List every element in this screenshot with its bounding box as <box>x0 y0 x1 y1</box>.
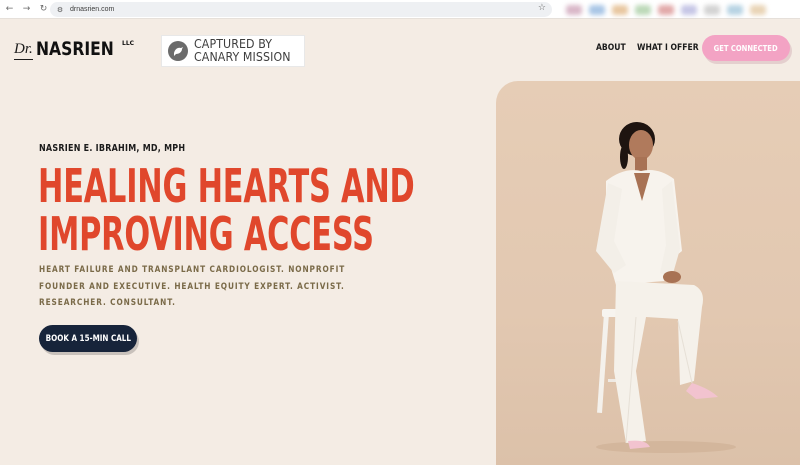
logo-prefix: Dr. <box>14 41 33 60</box>
logo-suffix: LLC <box>122 40 135 47</box>
browser-toolbar: ← → ↻ ⚙ drnasrien.com ☆ <box>0 0 800 19</box>
arrow-right-icon[interactable]: → <box>20 3 33 16</box>
arrow-left-icon[interactable]: ← <box>3 3 16 16</box>
badge-line-2: CANARY MISSION <box>194 50 291 64</box>
book-call-button[interactable]: BOOK A 15-MIN CALL <box>39 325 137 352</box>
headline-line-2: IMPROVING ACCESS <box>38 207 374 261</box>
badge-text: CAPTURED BY CANARY MISSION <box>194 38 299 64</box>
hero-headline: HEALING HEARTS AND IMPROVING ACCESS <box>38 162 415 258</box>
portrait-photo <box>496 81 800 465</box>
site-settings-icon[interactable]: ⚙ <box>54 4 66 16</box>
headline-line-1: HEALING HEARTS AND <box>38 159 415 213</box>
tagline-line-1: HEART FAILURE AND TRANSPLANT CARDIOLOGIS… <box>39 265 346 275</box>
portrait-illustration <box>596 122 736 453</box>
canary-mission-badge: CAPTURED BY CANARY MISSION <box>161 35 305 67</box>
get-connected-button[interactable]: GET CONNECTED <box>702 35 790 61</box>
address-bar[interactable]: ⚙ drnasrien.com ☆ <box>50 2 552 17</box>
logo-name: NASRIEN <box>35 38 114 60</box>
reload-icon[interactable]: ↻ <box>37 3 50 16</box>
nav-what-i-offer[interactable]: WHAT I OFFER <box>637 43 699 53</box>
url-text[interactable]: drnasrien.com <box>70 6 114 13</box>
blurred-extensions <box>556 0 800 19</box>
tagline-line-3: RESEARCHER. CONSULTANT. <box>39 298 176 308</box>
nav-about[interactable]: ABOUT <box>596 43 626 53</box>
canary-bird-icon <box>168 41 188 61</box>
get-connected-label: GET CONNECTED <box>714 43 778 53</box>
tagline-line-2: FOUNDER AND EXECUTIVE. HEALTH EQUITY EXP… <box>39 281 345 292</box>
book-call-label: BOOK A 15-MIN CALL <box>45 333 131 344</box>
star-icon[interactable]: ☆ <box>538 3 546 13</box>
hero-tagline: HEART FAILURE AND TRANSPLANT CARDIOLOGIS… <box>39 262 351 312</box>
hero-subtitle: NASRIEN E. IBRAHIM, MD, MPH <box>39 143 186 154</box>
site-logo[interactable]: Dr. NASRIEN LLC <box>14 38 135 60</box>
